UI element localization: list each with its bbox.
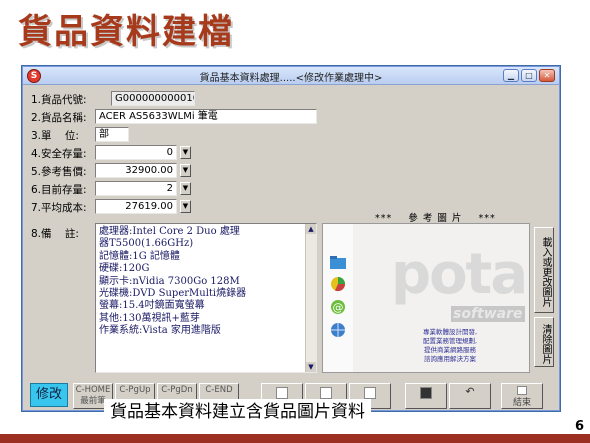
load-image-button[interactable]: 載入或更改圖片 xyxy=(534,227,554,313)
key-label: C-PgUp xyxy=(119,385,151,395)
notes-line: 作業系統:Vista 家用進階版 xyxy=(99,325,221,337)
safety-stock-label: 4.安全存量: xyxy=(31,148,87,160)
mode-badge: 修改 xyxy=(30,383,68,407)
email-icon: @ xyxy=(331,300,345,314)
scroll-down-icon[interactable]: ▼ xyxy=(306,362,316,372)
promo-line: 專業軟體設計開發, xyxy=(422,328,478,336)
avg-cost-dropdown-icon[interactable]: ▼ xyxy=(180,200,191,213)
print-icon xyxy=(364,387,376,399)
notes-line: 記憶體:1G 記憶體 xyxy=(99,250,180,262)
unit-field[interactable]: 部 xyxy=(95,127,129,142)
logo-text: pota xyxy=(391,242,528,307)
exit-button[interactable]: 結束 xyxy=(501,383,543,409)
current-stock-field[interactable]: 2 xyxy=(95,181,177,196)
product-window: S 貨品基本資料處理.....<修改作業處理中> ▁ □ ✕ 1.貨品代號: G… xyxy=(22,66,560,411)
title-bar: S 貨品基本資料處理.....<修改作業處理中> ▁ □ ✕ xyxy=(23,67,559,85)
ref-price-label: 5.參考售價: xyxy=(31,166,87,178)
new-document-icon xyxy=(320,387,332,399)
current-stock-label: 6.目前存量: xyxy=(31,184,87,196)
save-button[interactable] xyxy=(405,383,447,409)
product-name-label: 2.貨品名稱: xyxy=(31,112,87,124)
notes-scrollbar[interactable]: ▲ ▼ xyxy=(305,224,316,372)
product-name-field[interactable]: ACER AS5633WLMi 筆電 xyxy=(95,109,317,124)
notes-line: 硬碟:120G xyxy=(99,263,150,275)
photo-caption: *** 參 考 圖 片 *** xyxy=(375,213,496,224)
product-code-field[interactable]: G000000000010 xyxy=(111,91,195,106)
product-code-label: 1.貨品代號: xyxy=(31,94,87,106)
notes-line: 光碟機:DVD SuperMulti燒錄器 xyxy=(99,288,247,300)
avg-cost-field[interactable]: 27619.00 xyxy=(95,199,177,214)
avg-cost-label: 7.平均成本: xyxy=(31,202,87,214)
globe-icon xyxy=(331,323,345,337)
undo-icon: ↶ xyxy=(465,385,475,398)
key-label: C-END xyxy=(205,385,233,395)
edit-icon xyxy=(276,387,288,399)
slide-title: 貨品資料建檔 xyxy=(18,12,234,52)
notes-line: 處理器:Intel Core 2 Duo 處理 xyxy=(99,226,240,237)
ref-price-field[interactable]: 32900.00 xyxy=(95,163,177,178)
svg-text:@: @ xyxy=(333,301,344,314)
promo-line: 提供商業網路服務 xyxy=(424,346,476,354)
logo-subtext: software xyxy=(451,306,525,322)
notes-line: 器T5500(1.66GHz) xyxy=(99,238,194,250)
current-stock-dropdown-icon[interactable]: ▼ xyxy=(180,182,191,195)
folder-icon xyxy=(330,256,346,269)
chart-icon xyxy=(331,277,346,292)
slide-caption: 貨品基本資料建立含貨品圖片資料 xyxy=(104,399,371,425)
exit-icon xyxy=(517,386,527,395)
page-number: 6 xyxy=(574,419,584,434)
key-label: C-PgDn xyxy=(161,385,193,395)
notes-line: 螢幕:15.4吋鏡面寬螢幕 xyxy=(99,300,205,312)
promo-line: 諮詢應用解決方案 xyxy=(424,355,476,363)
maximize-button[interactable]: □ xyxy=(521,69,537,82)
clear-image-button[interactable]: 清除圖片 xyxy=(534,317,554,367)
notes-textarea[interactable]: 處理器:Intel Core 2 Duo 處理 器T5500(1.66GHz) … xyxy=(95,223,317,373)
key-label: C-HOME xyxy=(75,385,111,395)
notes-line: 顯示卡:nVidia 7300Go 128M xyxy=(99,275,240,287)
photo-sidebar: @ xyxy=(323,224,353,372)
notes-label: 8.備 註: xyxy=(31,228,79,240)
exit-label: 結束 xyxy=(512,398,531,408)
product-photo: @ pota software 專業軟體設計開發, 配置業務管理規劃, 提供商業… xyxy=(322,223,530,373)
undo-button[interactable]: ↶ xyxy=(449,383,491,409)
save-icon xyxy=(420,387,432,399)
promo-line: 配置業務管理規劃, xyxy=(422,337,478,345)
bottom-bar xyxy=(0,434,590,443)
window-title: 貨品基本資料處理.....<修改作業處理中> xyxy=(199,73,383,84)
safety-stock-dropdown-icon[interactable]: ▼ xyxy=(180,146,191,159)
close-button[interactable]: ✕ xyxy=(539,69,555,82)
unit-label: 3.單 位: xyxy=(31,130,79,142)
minimize-button[interactable]: ▁ xyxy=(503,69,519,82)
notes-line: 其他:130萬視訊+藍芽 xyxy=(99,312,200,324)
safety-stock-field[interactable]: 0 xyxy=(95,145,177,160)
scroll-up-icon[interactable]: ▲ xyxy=(306,224,316,234)
ref-price-dropdown-icon[interactable]: ▼ xyxy=(180,164,191,177)
